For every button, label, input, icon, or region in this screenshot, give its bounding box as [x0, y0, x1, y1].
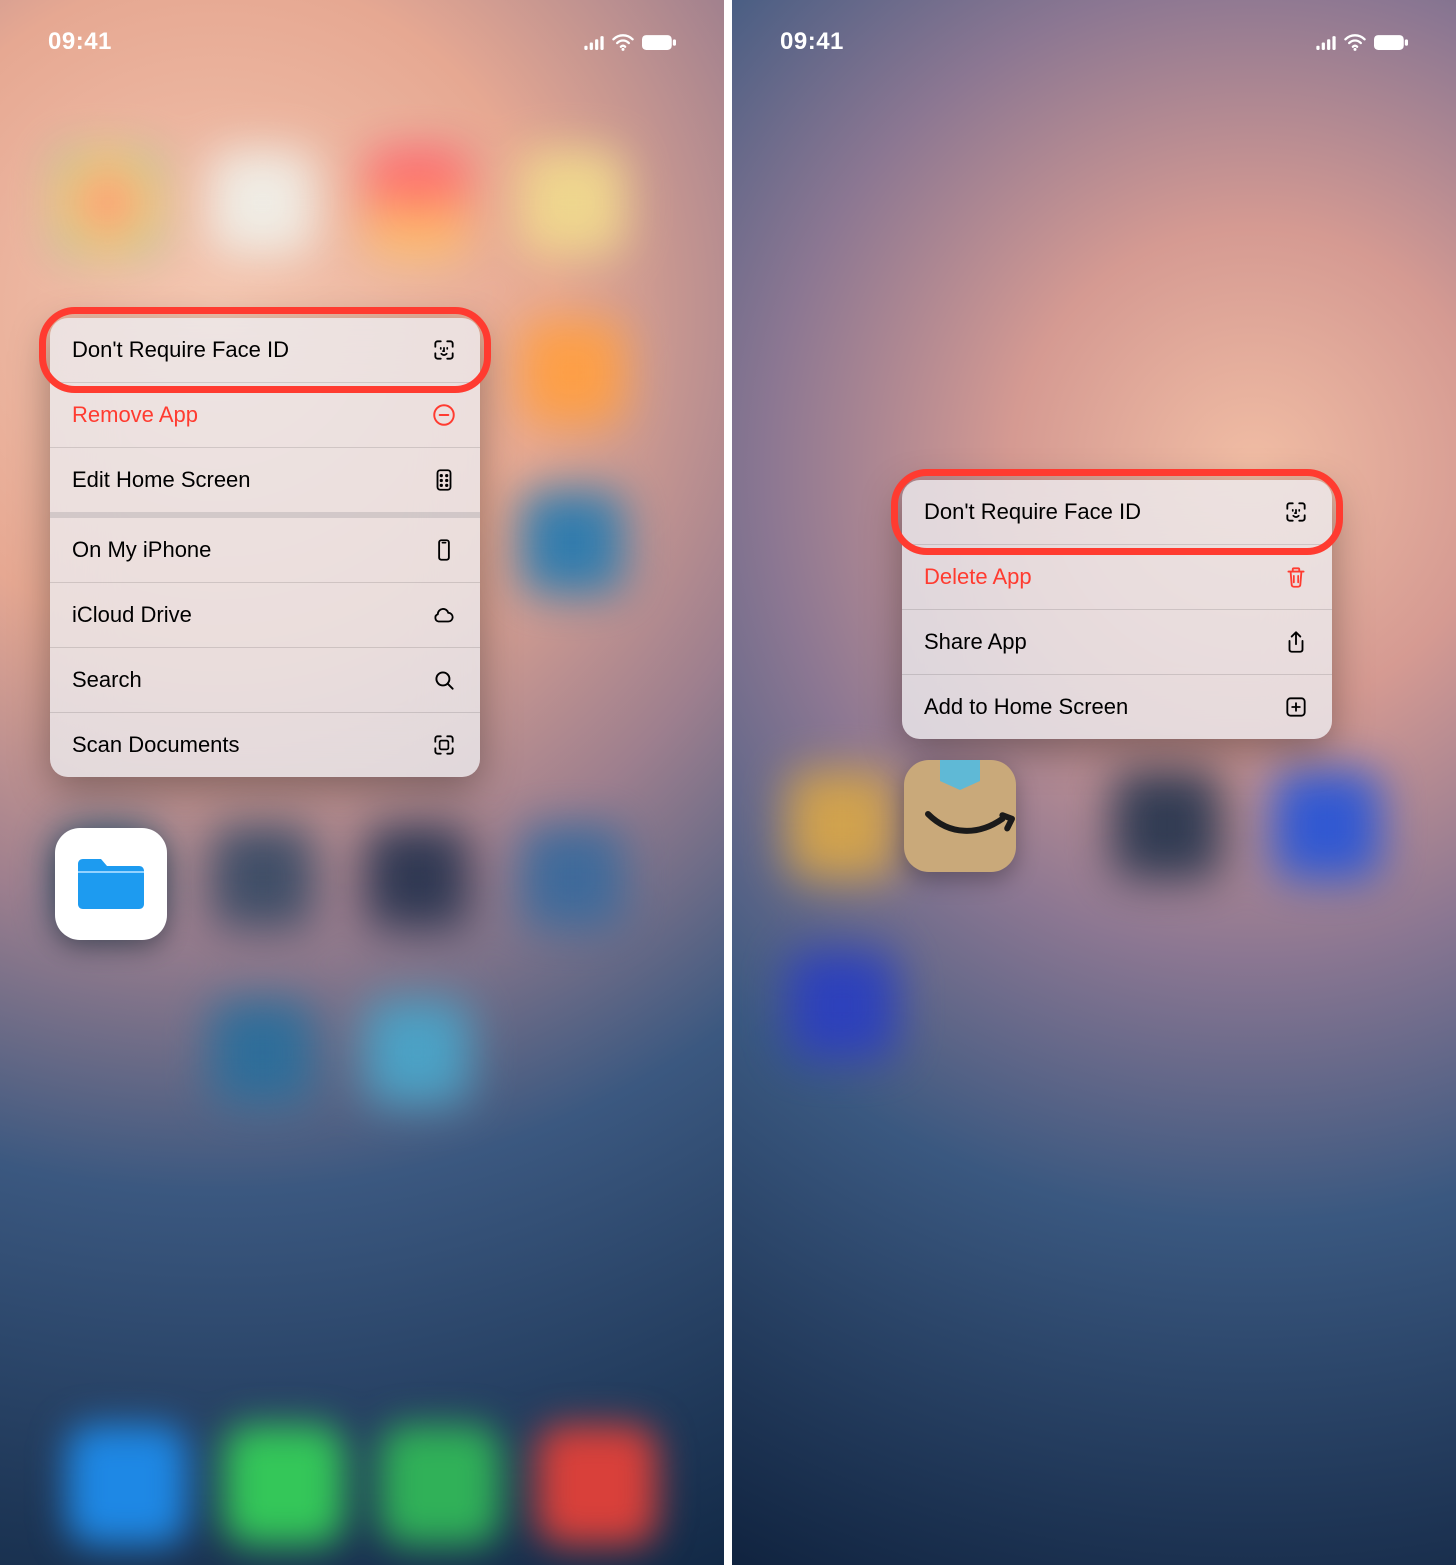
menu-item-faceid[interactable]: Don't Require Face ID — [902, 480, 1332, 545]
faceid-icon — [430, 336, 458, 364]
wifi-icon — [612, 34, 634, 51]
menu-item-scan[interactable]: Scan Documents — [50, 713, 480, 777]
files-app-icon[interactable] — [55, 828, 167, 940]
menu-item-faceid[interactable]: Don't Require Face ID — [50, 318, 480, 383]
add-square-icon — [1282, 693, 1310, 721]
menu-item-label: Don't Require Face ID — [72, 337, 430, 363]
status-bar: 09:41 — [0, 22, 724, 62]
context-menu: Don't Require Face ID Delete App Share App… — [902, 480, 1332, 739]
menu-item-label: Delete App — [924, 564, 1282, 590]
status-bar: 09:41 — [732, 22, 1456, 62]
context-menu: Don't Require Face ID Remove App Edit Home… — [50, 318, 480, 777]
menu-item-label: Don't Require Face ID — [924, 499, 1282, 525]
apps-icon — [430, 466, 458, 494]
cellular-icon — [1316, 35, 1336, 50]
remove-circle-icon — [430, 401, 458, 429]
menu-item-label: Remove App — [72, 402, 430, 428]
status-time: 09:41 — [780, 28, 844, 56]
battery-icon — [642, 35, 676, 50]
cellular-icon — [584, 35, 604, 50]
scan-icon — [430, 731, 458, 759]
cloud-icon — [430, 601, 458, 629]
battery-icon — [1374, 35, 1408, 50]
menu-item-label: Search — [72, 667, 430, 693]
menu-item-label: Edit Home Screen — [72, 467, 430, 493]
menu-item-label: Scan Documents — [72, 732, 430, 758]
share-icon — [1282, 628, 1310, 656]
home-screen-blur — [732, 0, 1456, 1565]
search-icon — [430, 666, 458, 694]
wifi-icon — [1344, 34, 1366, 51]
menu-item-share[interactable]: Share App — [902, 610, 1332, 675]
trash-icon — [1282, 563, 1310, 591]
phone-right: 09:41 Don't Require Face ID Delete App Sha… — [732, 0, 1456, 1565]
iphone-icon — [430, 536, 458, 564]
menu-item-label: Add to Home Screen — [924, 694, 1282, 720]
menu-item-label: iCloud Drive — [72, 602, 430, 628]
menu-item-apps[interactable]: Edit Home Screen — [50, 448, 480, 518]
status-time: 09:41 — [48, 28, 112, 56]
menu-item-label: Share App — [924, 629, 1282, 655]
phone-left: 09:41 Don't Require Face ID Remove App Edi… — [0, 0, 724, 1565]
home-screen-blur — [0, 0, 724, 1565]
faceid-icon — [1282, 498, 1310, 526]
menu-item-iphone[interactable]: On My iPhone — [50, 518, 480, 583]
dock-blur — [0, 1405, 724, 1565]
menu-item-label: On My iPhone — [72, 537, 430, 563]
menu-item-trash[interactable]: Delete App — [902, 545, 1332, 610]
menu-item-search[interactable]: Search — [50, 648, 480, 713]
menu-item-add-square[interactable]: Add to Home Screen — [902, 675, 1332, 739]
menu-item-remove-circle[interactable]: Remove App — [50, 383, 480, 448]
amazon-app-icon[interactable] — [904, 760, 1016, 872]
menu-item-cloud[interactable]: iCloud Drive — [50, 583, 480, 648]
